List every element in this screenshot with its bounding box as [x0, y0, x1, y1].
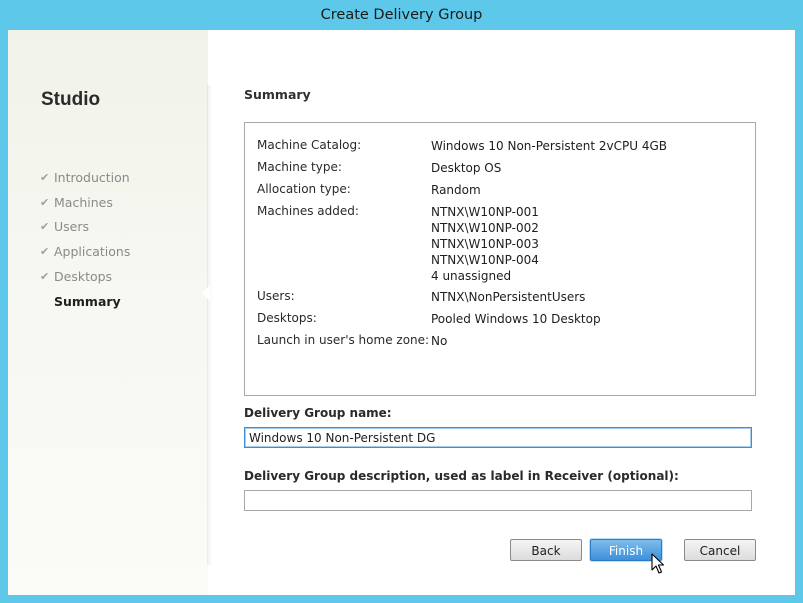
step-summary: Summary: [40, 289, 130, 314]
summary-row-machine-type: Machine type: Desktop OS: [257, 160, 501, 176]
summary-row-home-zone: Launch in user's home zone: No: [257, 333, 447, 349]
summary-row-users: Users: NTNX\NonPersistentUsers: [257, 289, 585, 305]
summary-key: Allocation type:: [257, 182, 351, 196]
page-title: Summary: [244, 87, 311, 102]
group-description-label: Delivery Group description, used as labe…: [244, 469, 679, 483]
step-label: Summary: [54, 293, 121, 309]
summary-value: NTNX\NonPersistentUsers: [431, 290, 586, 304]
check-icon: ✔: [40, 245, 50, 259]
summary-key: Desktops:: [257, 311, 317, 325]
wizard-steps: ✔ Introduction ✔ Machines ✔ Users ✔ Appl…: [40, 165, 130, 314]
summary-value-list: NTNX\W10NP-001 NTNX\W10NP-002 NTNX\W10NP…: [431, 204, 539, 284]
step-users[interactable]: ✔ Users: [40, 215, 130, 240]
window-title: Create Delivery Group: [320, 7, 483, 23]
machine-entry: 4 unassigned: [431, 269, 512, 283]
current-step-pointer: [202, 285, 210, 301]
step-machines[interactable]: ✔ Machines: [40, 190, 130, 215]
summary-row-machines-added: Machines added: NTNX\W10NP-001 NTNX\W10N…: [257, 204, 539, 284]
wizard-sidebar: Studio ✔ Introduction ✔ Machines ✔ Users…: [8, 30, 208, 595]
wizard-window: Studio ✔ Introduction ✔ Machines ✔ Users…: [8, 30, 795, 595]
step-label: Users: [54, 219, 90, 235]
step-applications[interactable]: ✔ Applications: [40, 239, 130, 264]
pane-shadow: [207, 85, 213, 565]
summary-box: Machine Catalog: Windows 10 Non-Persiste…: [244, 122, 756, 396]
back-button[interactable]: Back: [510, 539, 582, 561]
machine-entry: NTNX\W10NP-003: [431, 237, 539, 251]
cancel-button[interactable]: Cancel: [684, 539, 756, 561]
check-icon: ✔: [40, 270, 50, 284]
summary-value: Random: [431, 183, 481, 197]
summary-row-desktops: Desktops: Pooled Windows 10 Desktop: [257, 311, 601, 327]
step-introduction[interactable]: ✔ Introduction: [40, 165, 130, 190]
step-label: Introduction: [54, 169, 130, 185]
summary-key: Launch in user's home zone:: [257, 333, 430, 347]
machine-entry: NTNX\W10NP-002: [431, 221, 539, 235]
summary-value: No: [431, 334, 448, 348]
step-desktops[interactable]: ✔ Desktops: [40, 264, 130, 289]
mouse-pointer-icon: [651, 553, 665, 574]
summary-value: Desktop OS: [431, 161, 502, 175]
step-label: Desktops: [54, 269, 113, 285]
check-icon: ✔: [40, 170, 50, 184]
summary-row-machine-catalog: Machine Catalog: Windows 10 Non-Persiste…: [257, 138, 667, 154]
step-label: Machines: [54, 194, 113, 210]
summary-key: Users:: [257, 289, 295, 303]
summary-key: Machine type:: [257, 160, 342, 174]
machine-entry: NTNX\W10NP-004: [431, 253, 539, 267]
summary-row-allocation-type: Allocation type: Random: [257, 182, 481, 198]
summary-key: Machine Catalog:: [257, 138, 362, 152]
group-name-label: Delivery Group name:: [244, 406, 392, 420]
summary-value: Pooled Windows 10 Desktop: [431, 312, 601, 326]
group-name-input[interactable]: [244, 427, 752, 448]
summary-key: Machines added:: [257, 204, 359, 218]
check-icon: ✔: [40, 220, 50, 234]
machine-entry: NTNX\W10NP-001: [431, 205, 539, 219]
step-label: Applications: [54, 244, 131, 260]
group-description-input[interactable]: [244, 490, 752, 511]
check-icon: ✔: [40, 195, 50, 209]
summary-value: Windows 10 Non-Persistent 2vCPU 4GB: [431, 139, 668, 153]
app-name: Studio: [41, 89, 101, 110]
